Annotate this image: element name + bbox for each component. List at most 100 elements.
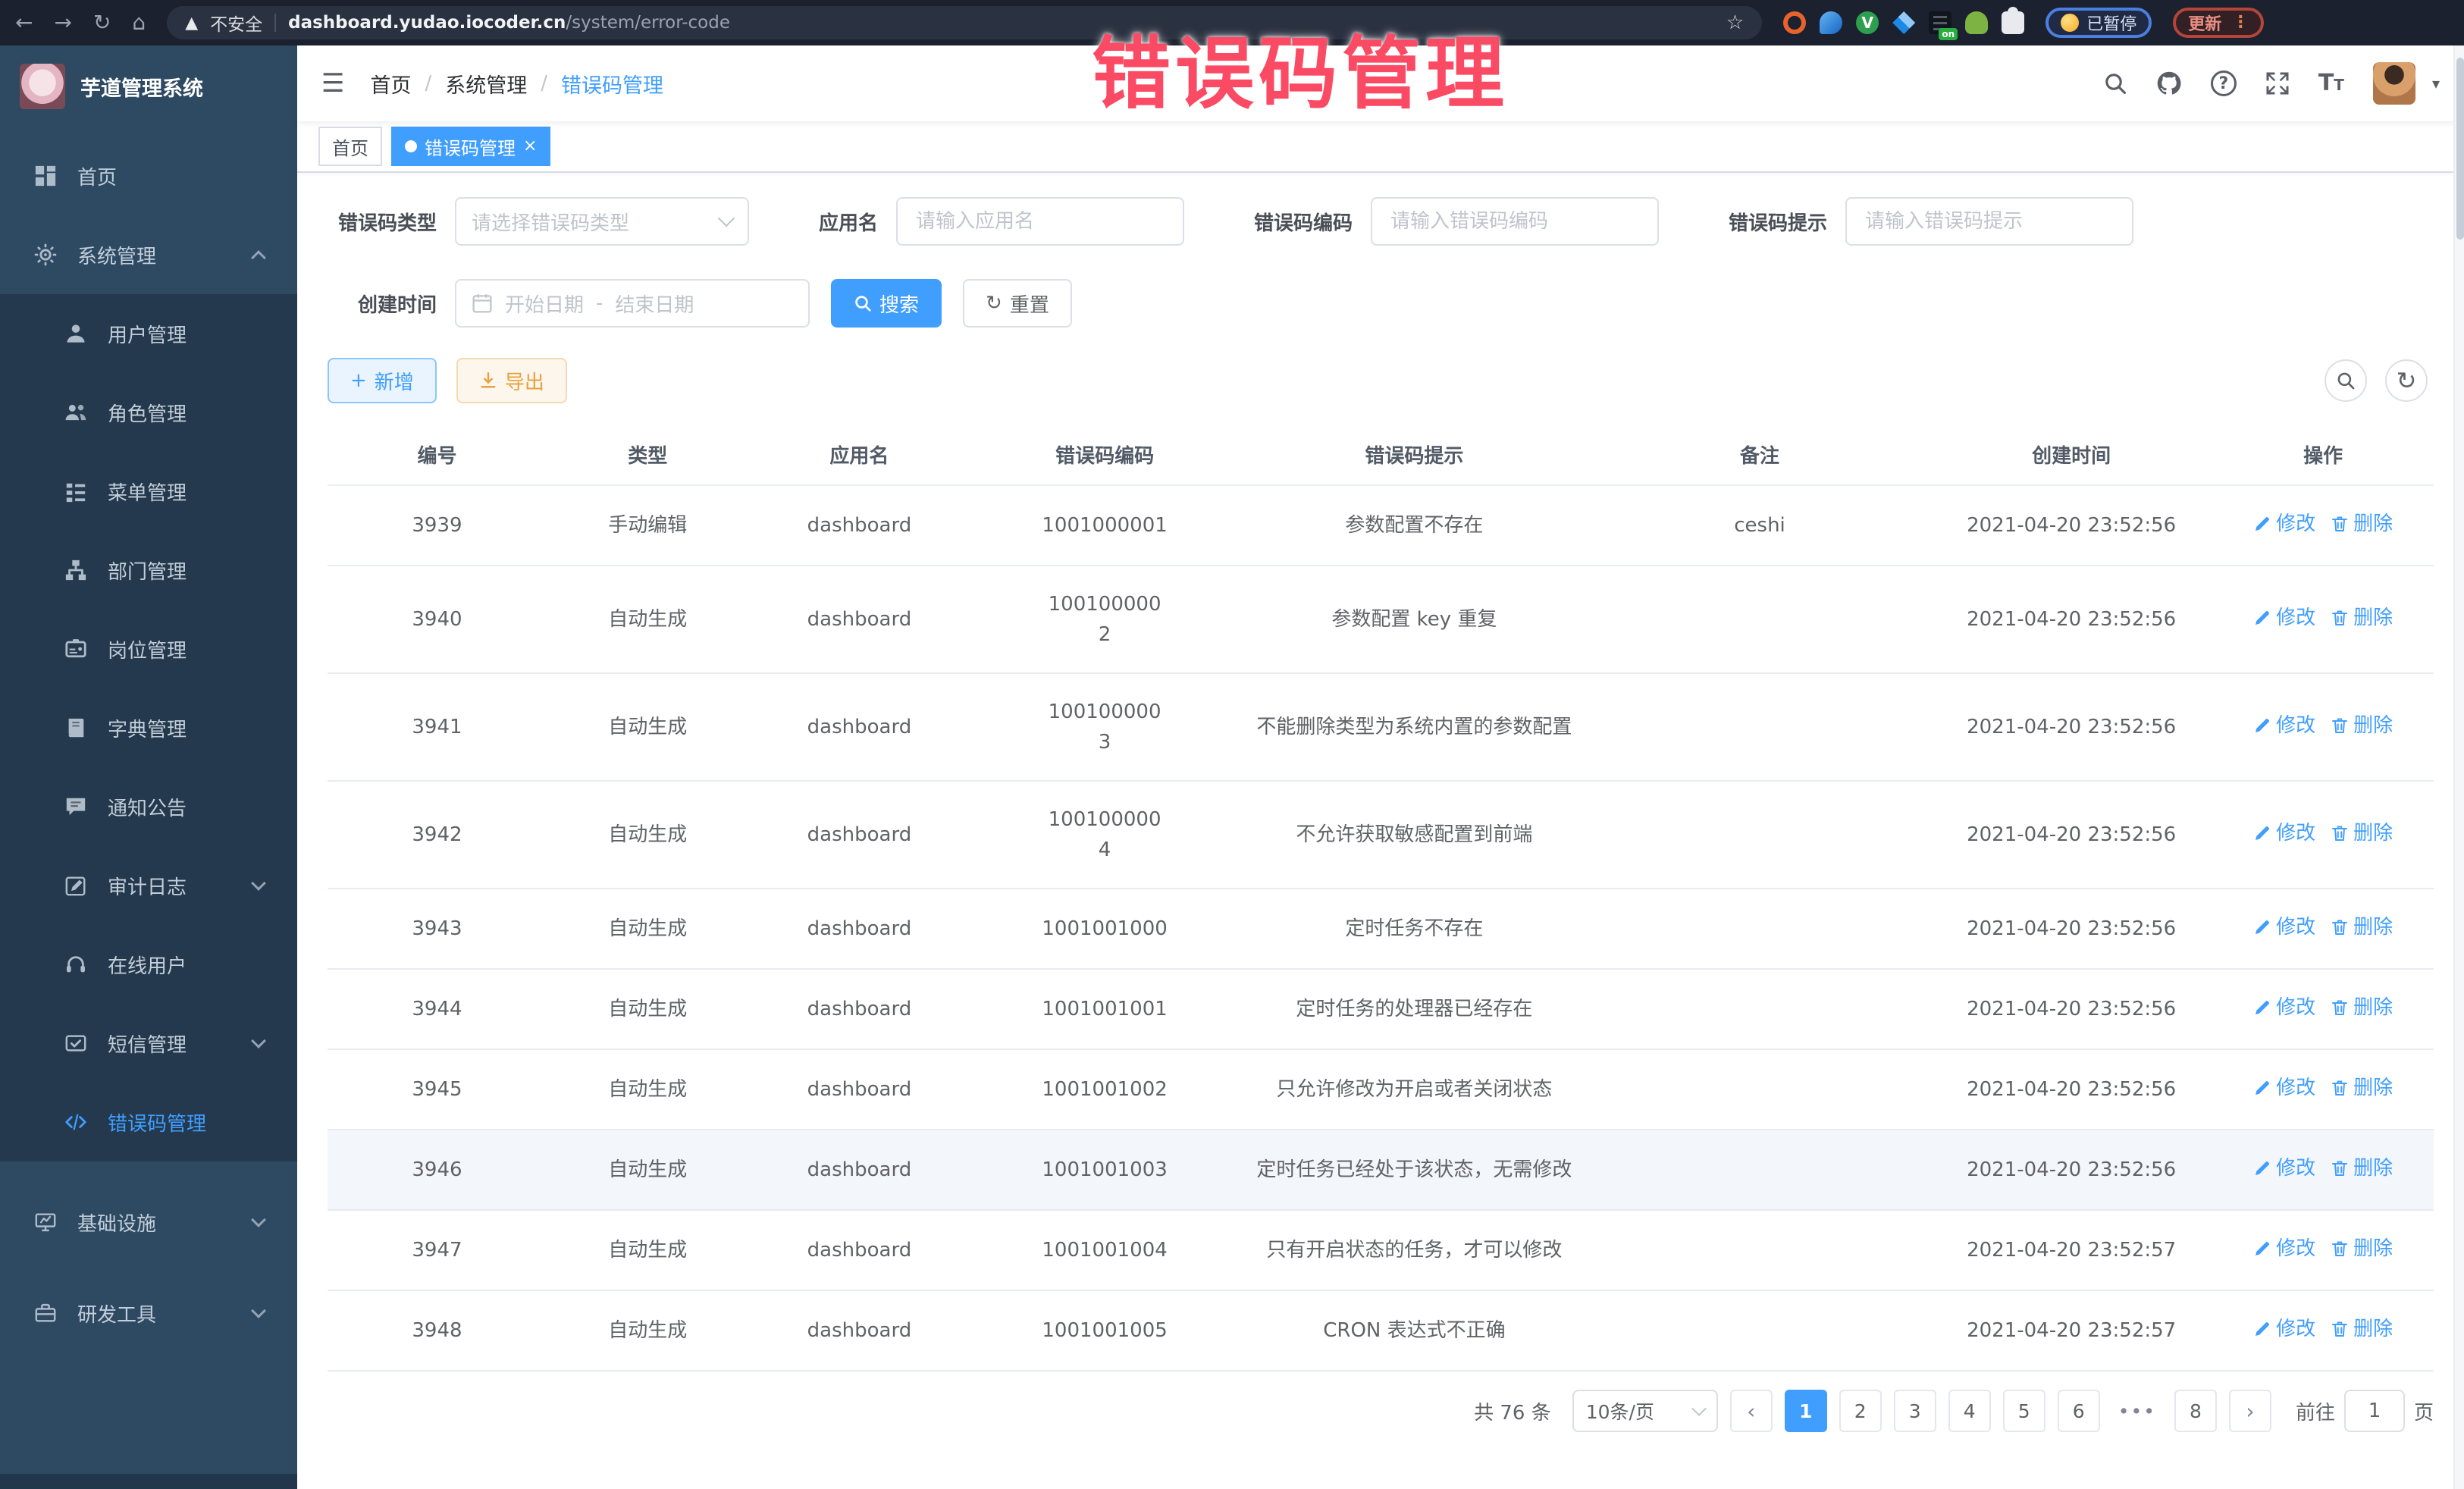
reset-button[interactable]: ↻ 重置 — [963, 279, 1072, 328]
page-size-select[interactable]: 10条/页 — [1572, 1390, 1718, 1432]
error-type-select[interactable]: 请选择错误码类型 — [455, 197, 749, 246]
page-button-4[interactable]: 4 — [1948, 1390, 1991, 1432]
search-button[interactable]: 搜索 — [831, 279, 942, 328]
sidebar-item-9[interactable]: 审计日志 — [0, 846, 297, 925]
delete-link[interactable]: 删除 — [2331, 509, 2393, 539]
delete-link[interactable]: 删除 — [2331, 992, 2393, 1023]
extension-pin-icon[interactable] — [1820, 11, 1842, 34]
sidebar-item-5[interactable]: 部门管理 — [0, 531, 297, 610]
page-button-1[interactable]: 1 — [1785, 1390, 1827, 1432]
avatar-dropdown-caret-icon[interactable]: ▾ — [2432, 74, 2440, 92]
sidebar-item-2[interactable]: 用户管理 — [0, 294, 297, 373]
font-size-icon[interactable]: TT — [2318, 72, 2344, 95]
tab-1[interactable]: 错误码管理× — [391, 127, 550, 166]
sidebar-item-13[interactable]: 基础设施 — [0, 1183, 297, 1262]
user-avatar[interactable] — [2373, 62, 2415, 105]
browser-back-icon[interactable]: ← — [15, 12, 33, 33]
delete-link[interactable]: 删除 — [2331, 1073, 2393, 1103]
delete-link[interactable]: 删除 — [2331, 603, 2393, 633]
toggle-search-button[interactable] — [2324, 359, 2367, 402]
page-button-5[interactable]: 5 — [2003, 1390, 2045, 1432]
cell-app: dashboard — [749, 1049, 970, 1130]
sidebar-item-14[interactable]: 研发工具 — [0, 1274, 297, 1353]
refresh-table-button[interactable]: ↻ — [2385, 359, 2428, 402]
cell-actions: 修改删除 — [2212, 566, 2434, 673]
breadcrumb-item-0[interactable]: 首页 — [370, 69, 411, 99]
extension-diamond-icon[interactable] — [1892, 11, 1915, 34]
reset-icon: ↻ — [986, 292, 1002, 315]
sidebar-item-8[interactable]: 通知公告 — [0, 767, 297, 846]
delete-link[interactable]: 删除 — [2331, 912, 2393, 942]
browser-update-button[interactable]: 更新 ⋮ — [2173, 8, 2264, 38]
delete-link[interactable]: 删除 — [2331, 1314, 2393, 1344]
profile-paused-chip[interactable]: 已暂停 — [2045, 8, 2152, 38]
page-button-2[interactable]: 2 — [1839, 1390, 1882, 1432]
extension-robot-icon[interactable] — [1965, 11, 1988, 34]
browser-menu-kebab-icon[interactable]: ⋮ — [2232, 14, 2249, 31]
goto-page-input[interactable] — [2344, 1390, 2405, 1432]
export-button[interactable]: 导出 — [456, 358, 567, 403]
search-icon[interactable] — [2103, 71, 2127, 96]
edit-link[interactable]: 修改 — [2253, 818, 2315, 848]
prev-page-button[interactable]: ‹ — [1730, 1390, 1773, 1432]
sidebar-item-0[interactable]: 首页 — [0, 136, 297, 215]
browser-home-icon[interactable]: ⌂ — [132, 12, 146, 33]
sidebar-item-4[interactable]: 菜单管理 — [0, 452, 297, 531]
sidebar-item-6[interactable]: 岗位管理 — [0, 610, 297, 688]
extension-ring-icon[interactable] — [1783, 11, 1806, 34]
edit-link[interactable]: 修改 — [2253, 603, 2315, 633]
sidebar-item-11[interactable]: 短信管理 — [0, 1004, 297, 1083]
edit-link[interactable]: 修改 — [2253, 1234, 2315, 1264]
error-code-input[interactable] — [1387, 208, 1642, 234]
page-button-8[interactable]: 8 — [2174, 1390, 2217, 1432]
breadcrumb-item-1[interactable]: 系统管理 — [445, 69, 527, 99]
bookmark-star-icon[interactable]: ☆ — [1726, 11, 1744, 34]
extension-v-icon[interactable]: V — [1856, 11, 1879, 34]
edit-link[interactable]: 修改 — [2253, 1073, 2315, 1103]
add-button[interactable]: + 新增 — [328, 358, 437, 403]
sidebar-toggle-icon[interactable]: ☰ — [321, 68, 344, 99]
delete-link[interactable]: 删除 — [2331, 1153, 2393, 1183]
github-icon[interactable] — [2156, 71, 2182, 96]
browser-forward-icon[interactable]: → — [54, 12, 71, 33]
app-name-input[interactable] — [913, 208, 1168, 234]
error-hint-input[interactable] — [1862, 208, 2117, 234]
sidebar-item-label: 短信管理 — [108, 1030, 187, 1058]
extension-list-icon[interactable]: on — [1929, 11, 1951, 34]
sidebar-item-12[interactable]: 错误码管理 — [0, 1083, 297, 1161]
delete-link[interactable]: 删除 — [2331, 710, 2393, 741]
date-range-picker[interactable]: 开始日期 - 结束日期 — [455, 279, 810, 328]
total-count-label: 共 76 条 — [1474, 1397, 1551, 1425]
extensions-puzzle-icon[interactable] — [2002, 11, 2024, 34]
page-ellipsis[interactable]: ••• — [2112, 1390, 2162, 1432]
cell-time: 2021-04-20 23:52:56 — [1930, 566, 2212, 673]
browser-reload-icon[interactable]: ↻ — [93, 12, 111, 33]
tab-close-icon[interactable]: × — [523, 138, 537, 155]
page-scrollbar[interactable] — [2453, 45, 2464, 1489]
page-button-3[interactable]: 3 — [1894, 1390, 1936, 1432]
page-button-6[interactable]: 6 — [2058, 1390, 2100, 1432]
delete-icon — [2331, 1079, 2349, 1097]
edit-link[interactable]: 修改 — [2253, 1153, 2315, 1183]
edit-link[interactable]: 修改 — [2253, 1314, 2315, 1344]
delete-link[interactable]: 删除 — [2331, 1234, 2393, 1264]
address-bar[interactable]: ▲ 不安全 dashboard.yudao.iocoder.cn/system/… — [167, 6, 1762, 39]
app-logo[interactable]: 芋道管理系统 — [0, 45, 297, 127]
cell-id: 3941 — [328, 673, 547, 781]
sidebar-item-7[interactable]: 字典管理 — [0, 688, 297, 767]
edit-link[interactable]: 修改 — [2253, 912, 2315, 942]
sidebar-item-10[interactable]: 在线用户 — [0, 925, 297, 1004]
fullscreen-icon[interactable] — [2265, 71, 2290, 96]
sidebar-item-1[interactable]: 系统管理 — [0, 215, 297, 294]
edit-link[interactable]: 修改 — [2253, 710, 2315, 741]
sidebar-item-label: 首页 — [77, 162, 117, 190]
next-page-button[interactable]: › — [2229, 1390, 2271, 1432]
delete-icon — [2331, 1320, 2349, 1338]
tab-0[interactable]: 首页 — [318, 127, 382, 166]
edit-link[interactable]: 修改 — [2253, 509, 2315, 539]
help-icon[interactable]: ? — [2211, 71, 2237, 96]
sidebar-item-3[interactable]: 角色管理 — [0, 373, 297, 452]
delete-link[interactable]: 删除 — [2331, 818, 2393, 848]
scrollbar-thumb[interactable] — [2456, 58, 2464, 240]
edit-link[interactable]: 修改 — [2253, 992, 2315, 1023]
